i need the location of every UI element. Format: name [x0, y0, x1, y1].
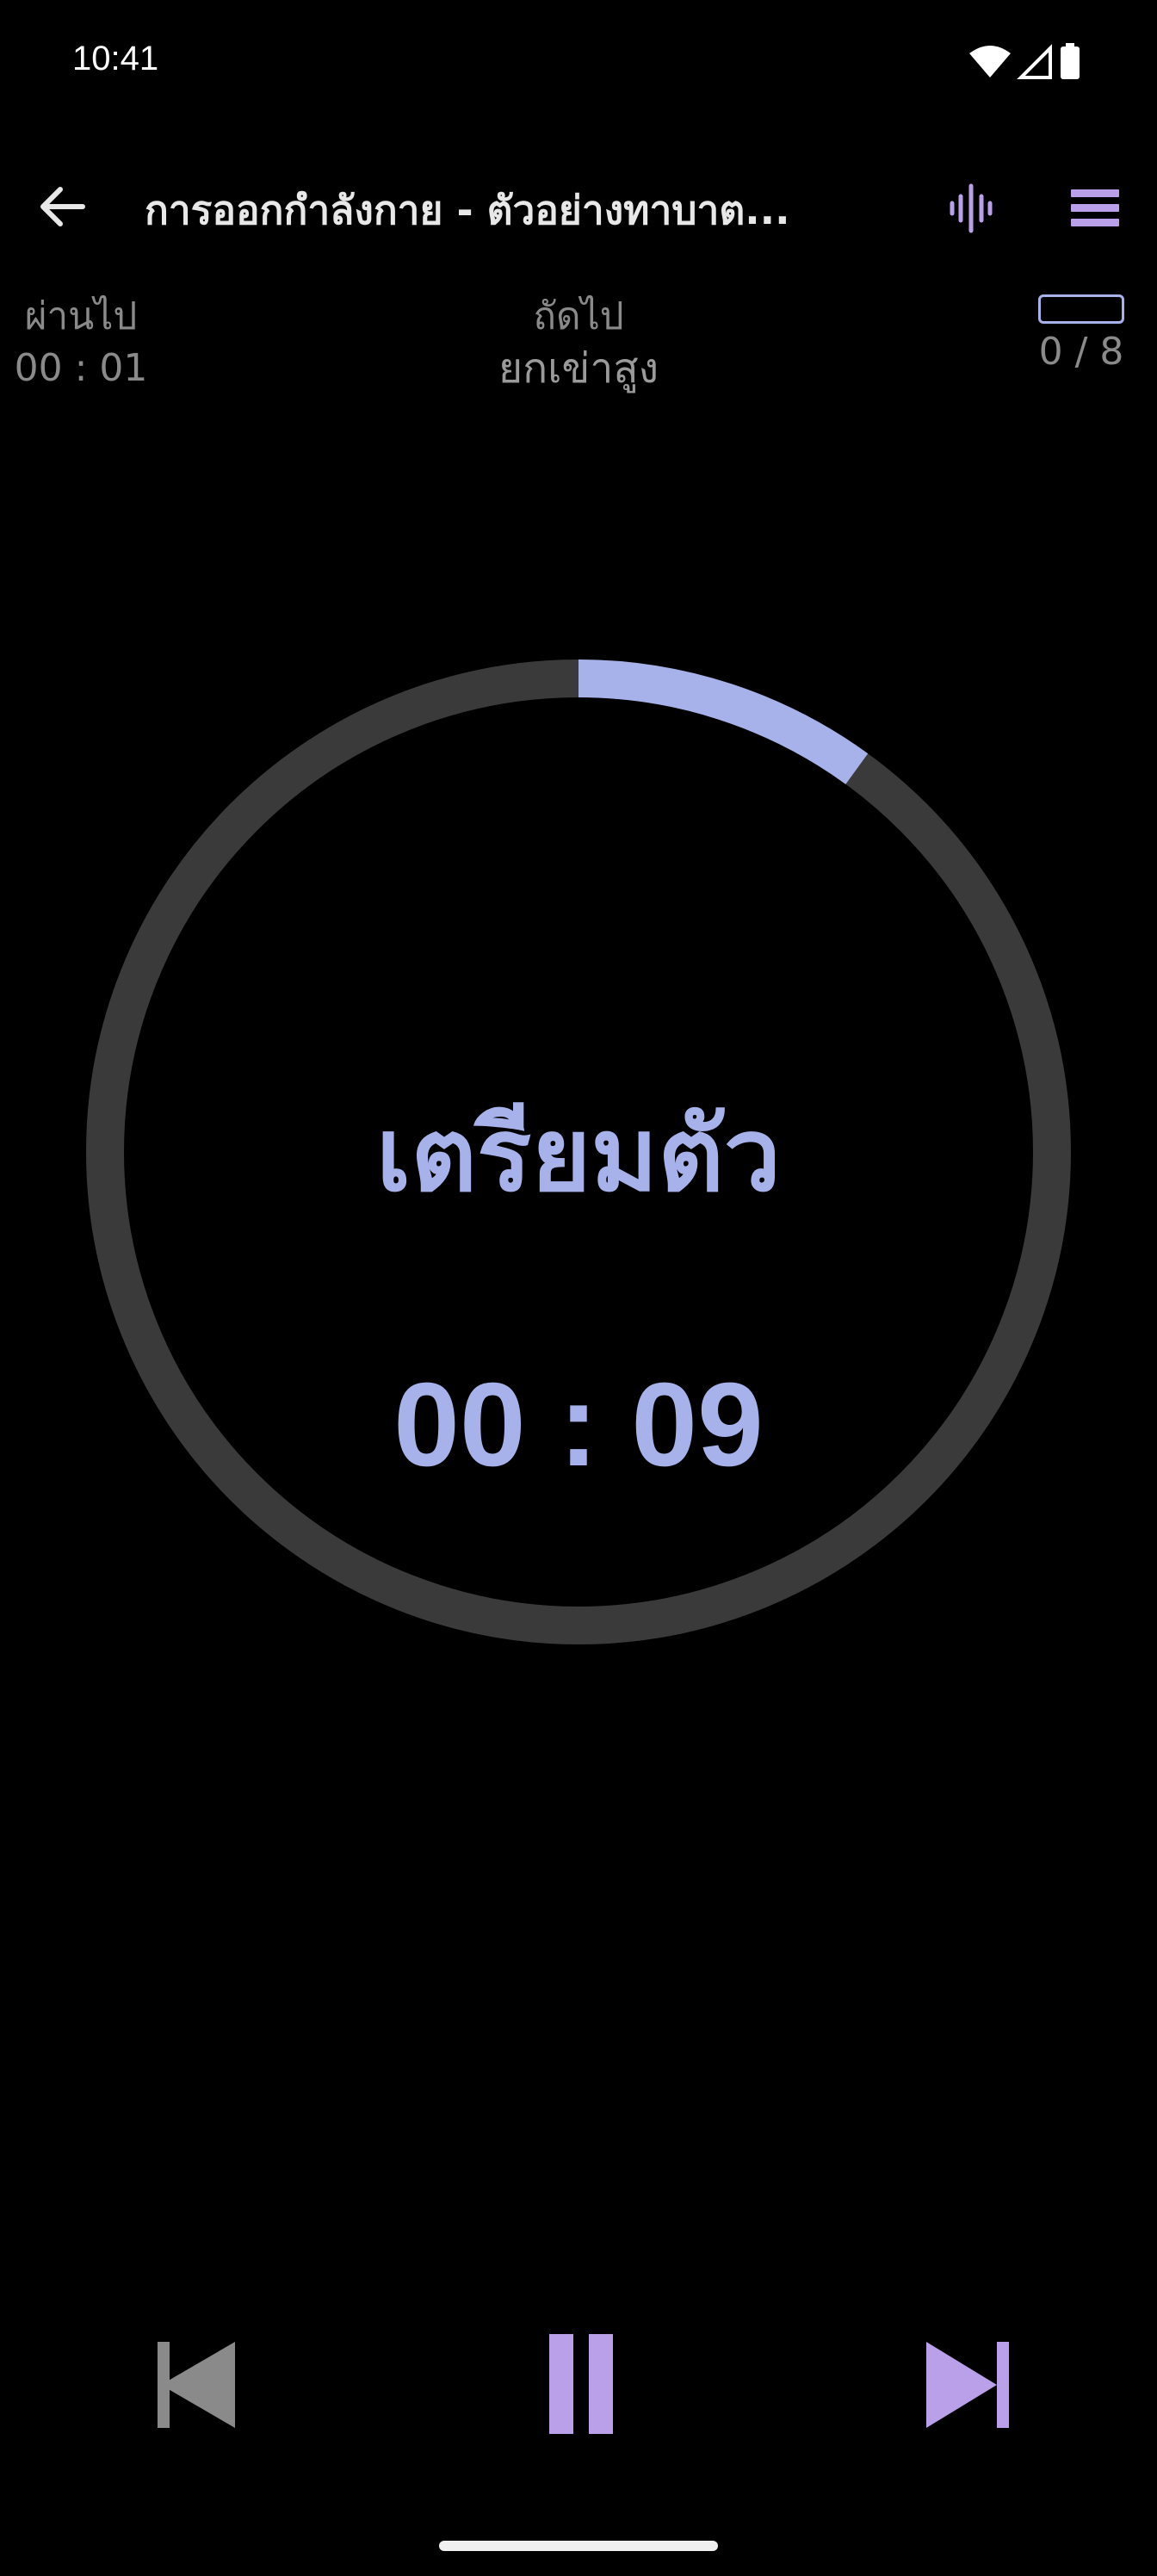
- ring-progress: [578, 659, 869, 784]
- skip-next-icon: [926, 2342, 1009, 2428]
- next-label: ถัดไป: [533, 294, 624, 338]
- signal-icon: [1017, 44, 1052, 79]
- info-row: ผ่านไป 00 : 01 ถัดไป ยกเข่าสูง 0 / 8: [0, 284, 1157, 422]
- elapsed-label: ผ่านไป: [24, 294, 138, 338]
- status-time: 10:41: [72, 40, 159, 77]
- round-progress-text: 0 / 8: [1038, 330, 1124, 374]
- round-progress: 0 / 8: [1021, 294, 1142, 374]
- phase-label: เตรียมตัว: [375, 1095, 782, 1214]
- round-progress-bar: [1038, 294, 1124, 324]
- next-button[interactable]: [904, 2325, 1024, 2445]
- arrow-left-icon: [40, 187, 85, 226]
- timer-ring: เตรียมตัว 00 : 09: [86, 659, 1071, 1644]
- elapsed-time: 00 : 01: [14, 346, 148, 390]
- wifi-icon: [969, 46, 1011, 77]
- previous-button[interactable]: [133, 2325, 254, 2445]
- battery-icon: [1061, 43, 1080, 79]
- playback-controls: [0, 2325, 1157, 2445]
- next-exercise-name: ยกเข่าสูง: [498, 344, 659, 393]
- status-bar: 10:41: [0, 0, 1157, 129]
- pause-button[interactable]: [518, 2325, 639, 2445]
- elapsed-section: ผ่านไป 00 : 01: [12, 291, 150, 394]
- back-button[interactable]: [28, 172, 96, 241]
- status-icons: [968, 41, 1088, 84]
- next-exercise-section: ถัดไป ยกเข่าสูง: [320, 291, 837, 394]
- pause-icon: [549, 2334, 613, 2434]
- menu-button[interactable]: [1061, 174, 1129, 243]
- countdown-timer: 00 : 09: [393, 1359, 764, 1491]
- app-bar: การออกกำลังกาย - ตัวอย่างทาบาต...: [0, 146, 1157, 258]
- skip-previous-icon: [158, 2342, 235, 2428]
- menu-icon: [1071, 189, 1119, 226]
- home-indicator[interactable]: [439, 2541, 718, 2551]
- voice-guide-button[interactable]: [937, 174, 1005, 243]
- workout-title: การออกกำลังกาย - ตัวอย่างทาบาต...: [145, 187, 790, 233]
- voice-waveform-icon: [950, 183, 993, 233]
